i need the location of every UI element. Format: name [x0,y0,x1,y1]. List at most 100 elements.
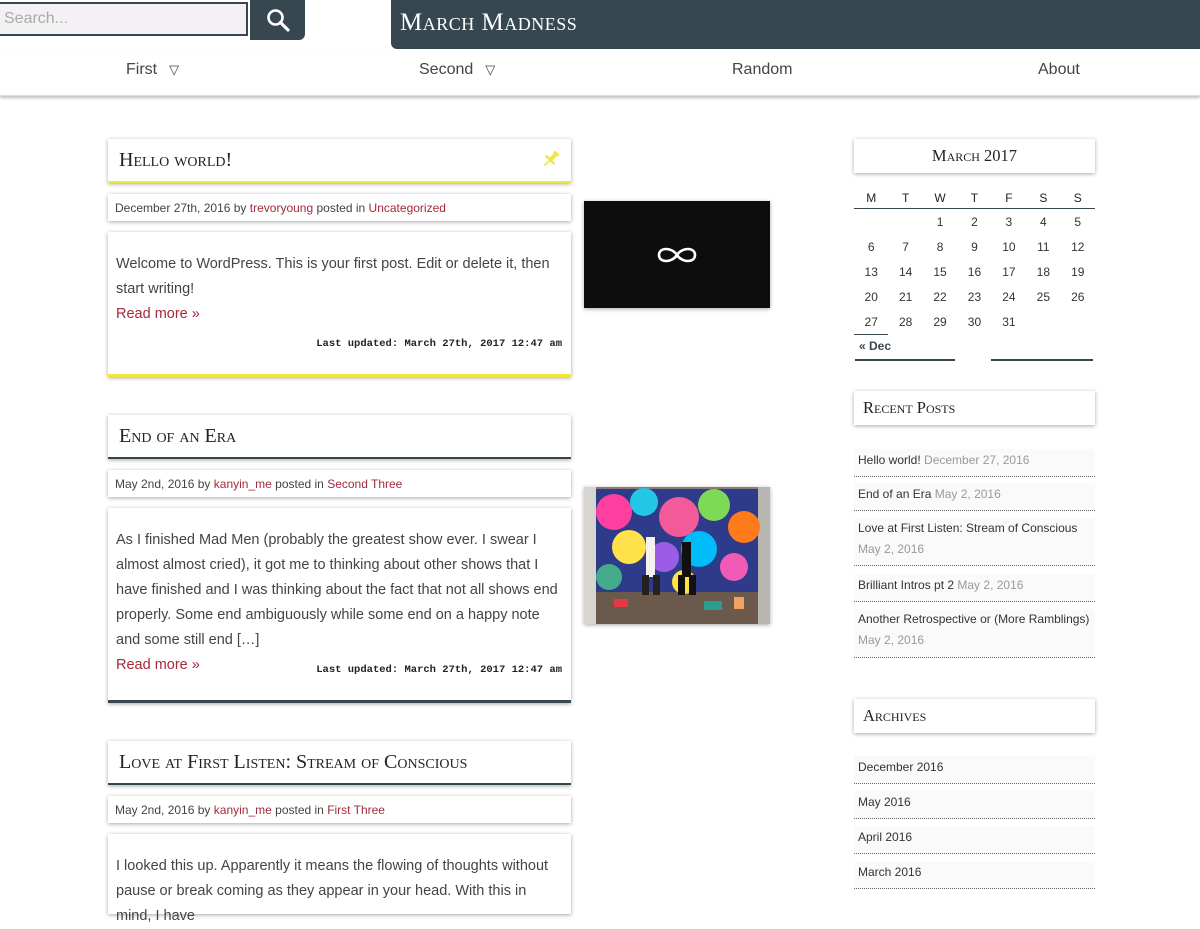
calendar-day [1061,309,1095,335]
recent-post-date: May 2, 2016 [858,542,925,556]
archive-item[interactable]: April 2016 [854,826,1095,854]
calendar-day: 13 [864,264,878,279]
posted-in-label: posted in [316,201,366,215]
widget-title-card: Archives [854,699,1095,733]
archive-item[interactable]: December 2016 [854,756,1095,784]
post-excerpt: As I finished Mad Men (probably the grea… [116,532,558,648]
post-meta: December 27th, 2016 by trevoryoung poste… [108,194,571,221]
archive-link[interactable]: April 2016 [858,830,912,844]
recent-post-item[interactable]: Love at First Listen: Stream of Consciou… [854,518,1095,566]
recent-posts-title: Recent Posts [863,398,956,417]
dropdown-arrow-icon: ▽ [485,62,496,77]
post-title-card: Love at First Listen: Stream of Consciou… [108,741,571,785]
widget-title-card: Recent Posts [854,391,1095,425]
calendar-week: 13 14 15 16 17 18 19 [854,259,1095,284]
calendar-day: 30 [967,315,982,329]
post-meta: May 2nd, 2016 by kanyin_me posted in Sec… [108,470,571,497]
calendar-day: 8 [936,239,944,254]
paint-splash-image [584,487,770,624]
recent-post-title[interactable]: End of an Era [858,487,931,501]
search-icon [266,9,290,32]
calendar-weekday: F [991,188,1027,209]
calendar-caption: March 2017 [854,139,1095,173]
post-title-card: Hello world! [108,139,571,183]
calendar-day: 18 [1036,264,1050,279]
recent-post-date: December 27, 2016 [924,453,1030,467]
read-more-link[interactable]: Read more » [116,302,563,327]
post-date: December 27th, 2016 [115,201,231,215]
post-title[interactable]: Hello world! [119,149,232,172]
category-link[interactable]: Uncategorized [369,201,446,215]
archive-link[interactable]: March 2016 [858,865,921,879]
post-title[interactable]: End of an Era [119,425,236,448]
calendar-day: 19 [1071,264,1085,279]
calendar-footer-rule [991,359,1093,361]
archive-item[interactable]: May 2016 [854,791,1095,819]
recent-post-item[interactable]: Another Retrospective or (More Ramblings… [854,609,1095,658]
calendar-weekday: S [1026,188,1061,209]
post-excerpt-card: I looked this up. Apparently it means th… [108,834,571,924]
calendar-day: 7 [902,239,909,254]
calendar-day: 9 [971,239,978,254]
recent-post-item[interactable]: Brilliant Intros pt 2 May 2, 2016 [854,574,1095,602]
category-link[interactable]: Second Three [327,477,402,491]
calendar-day: 26 [1071,289,1085,304]
search-input[interactable] [0,2,248,36]
post-excerpt-card: As I finished Mad Men (probably the grea… [108,508,571,703]
calendar-day: 6 [867,239,875,254]
calendar-day: 14 [898,264,913,279]
nav-item-about[interactable]: About [1038,61,1080,79]
post-meta: May 2nd, 2016 by kanyin_me posted in Fir… [108,796,571,823]
post-excerpt: I looked this up. Apparently it means th… [116,858,549,924]
nav-item-second[interactable]: Second ▽ [419,61,495,79]
infinity-icon [657,247,697,262]
calendar-day: 20 [864,289,878,304]
calendar-weekday: T [957,188,992,209]
calendar-prev-link[interactable]: « Dec [859,339,891,353]
calendar-day: 27 [854,309,889,335]
calendar-footer-rule [855,359,955,361]
calendar-week: 27 28 29 30 31 [854,309,1095,335]
post-thumbnail[interactable] [584,201,770,308]
author-link[interactable]: kanyin_me [214,803,272,817]
calendar-day: 4 [1039,214,1047,229]
site-title[interactable]: March Madness [400,9,577,37]
recent-post-item[interactable]: Hello world! December 27, 2016 [854,449,1095,477]
author-link[interactable]: trevoryoung [250,201,313,215]
recent-post-title[interactable]: Love at First Listen: Stream of Consciou… [858,521,1077,535]
calendar-day: 31 [1002,315,1016,329]
pin-icon [543,150,560,167]
archives-title: Archives [863,706,927,725]
calendar-day: 25 [1036,289,1050,304]
recent-post-title[interactable]: Another Retrospective or (More Ramblings… [858,612,1089,626]
nav-item-label: About [1038,61,1080,78]
calendar-day: 2 [971,214,978,229]
post-title[interactable]: Love at First Listen: Stream of Consciou… [119,751,467,774]
archive-item[interactable]: March 2016 [854,861,1095,889]
calendar-weekday: S [1060,188,1095,209]
post-excerpt-card: Welcome to WordPress. This is your first… [108,232,571,377]
calendar-day: 3 [1005,214,1013,229]
nav-item-label: First [126,61,158,78]
post-excerpt: Welcome to WordPress. This is your first… [116,256,550,297]
calendar-title: March 2017 [931,146,1018,165]
recent-post-item[interactable]: End of an Era May 2, 2016 [854,483,1095,511]
search-bar [0,0,305,40]
category-link[interactable]: First Three [327,803,385,817]
author-link[interactable]: kanyin_me [214,477,272,491]
recent-post-date: May 2, 2016 [858,633,925,647]
search-button[interactable] [250,0,305,40]
calendar-day: 1 [936,214,944,229]
main-nav: First ▽ Second ▽ Random About [0,49,1200,96]
nav-item-random[interactable]: Random [732,61,792,79]
calendar-day: 5 [1074,214,1082,229]
dropdown-arrow-icon: ▽ [169,62,180,77]
archive-link[interactable]: May 2016 [858,795,911,809]
archive-link[interactable]: December 2016 [858,760,943,774]
recent-post-title[interactable]: Hello world! [858,453,921,467]
recent-post-date: May 2, 2016 [957,578,1024,592]
post-thumbnail[interactable] [584,487,770,624]
nav-item-first[interactable]: First ▽ [126,61,179,79]
recent-post-title[interactable]: Brilliant Intros pt 2 [858,578,954,592]
calendar-week: 6 7 8 9 10 11 12 [854,234,1095,259]
